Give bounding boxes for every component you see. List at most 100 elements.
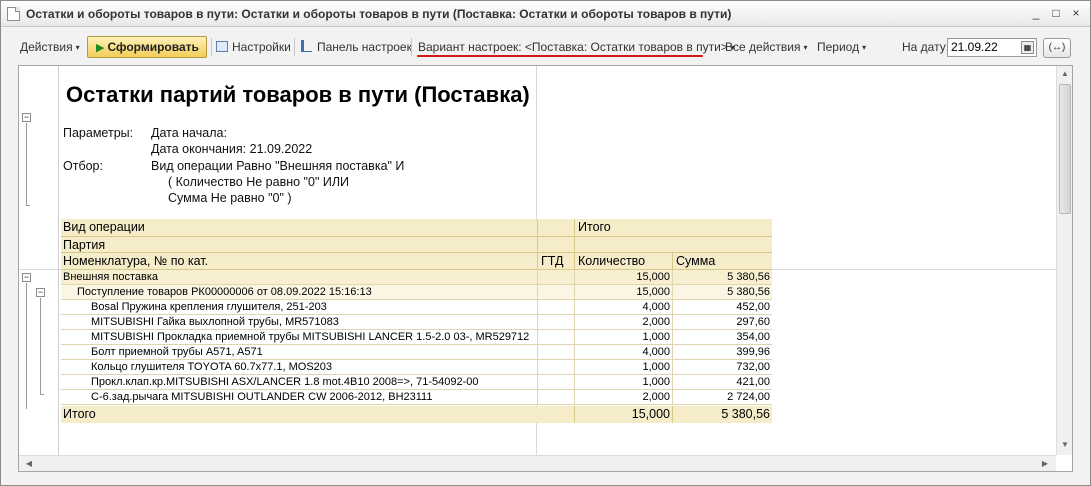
row-name: Поступление товаров РК00000006 от 08.09.…	[77, 286, 372, 298]
row-qty: 4,000	[574, 345, 672, 360]
row-name: Внешняя поставка	[63, 271, 159, 283]
filter-line-3: Сумма Не равно "0" )	[168, 191, 292, 205]
row-sum: 5 380,56	[672, 285, 772, 300]
row-sum: 452,00	[672, 300, 772, 315]
header-row-batch: Партия	[61, 237, 772, 253]
header-cell-border	[537, 253, 538, 269]
toolbar-separator	[294, 38, 295, 56]
total-qty: 15,000	[574, 406, 672, 423]
row-gtd	[537, 270, 574, 285]
header-row-nomenclature: Номенклатура, № по кат. ГТД Количество С…	[61, 253, 772, 270]
close-button[interactable]: ×	[1067, 5, 1085, 22]
header-op-type: Вид операции	[63, 220, 145, 234]
document-icon	[7, 7, 20, 21]
vertical-scroll-thumb[interactable]	[1059, 84, 1071, 214]
total-label: Итого	[63, 407, 96, 421]
row-name: MITSUBISHI Прокладка приемной трубы MITS…	[91, 331, 530, 343]
generate-label: Сформировать	[107, 40, 199, 54]
header-qty: Количество	[578, 254, 646, 268]
table-row[interactable]: Поступление товаров РК00000006 от 08.09.…	[61, 285, 772, 300]
scroll-left-icon[interactable]: ◀	[21, 456, 37, 471]
row-gtd	[537, 375, 574, 390]
scroll-right-icon[interactable]: ▶	[1037, 456, 1053, 471]
collapse-icon[interactable]: −	[22, 273, 31, 282]
group-line-end	[40, 394, 44, 395]
horizontal-scrollbar[interactable]: ◀ ▶	[19, 455, 1056, 471]
collapse-icon[interactable]: −	[36, 288, 45, 297]
minimize-button[interactable]: _	[1027, 5, 1045, 22]
row-name: Кольцо глушителя TOYOTA 60.7x77.1, MOS20…	[91, 361, 333, 373]
row-qty: 4,000	[574, 300, 672, 315]
toolbar: Действия ▾ ▶ Сформировать Настройки Панель…	[1, 28, 1090, 64]
scroll-down-icon[interactable]: ▼	[1057, 437, 1072, 453]
period-menu[interactable]: Период ▾	[817, 38, 866, 56]
row-qty: 15,000	[574, 270, 672, 285]
table-row[interactable]: Внешняя поставка 15,000 5 380,56	[61, 270, 772, 285]
row-sum: 399,96	[672, 345, 772, 360]
header-gtd: ГТД	[541, 254, 564, 268]
settings-button[interactable]: Настройки	[216, 38, 291, 56]
table-row[interactable]: Прокл.клап.кр.MITSUBISHI ASX/LANCER 1.8 …	[61, 375, 772, 390]
date-field[interactable]: 21.09.22 ▦	[947, 38, 1037, 57]
vertical-scrollbar[interactable]: ▲ ▼	[1056, 66, 1072, 455]
row-sum: 2 724,00	[672, 390, 772, 405]
select-period-button[interactable]: (↔)	[1043, 38, 1071, 58]
settings-panel-button[interactable]: Панель настроек	[301, 38, 412, 56]
table-row[interactable]: Bosal Пружина крепления глушителя, 251-2…	[61, 300, 772, 315]
header-cell-border	[537, 219, 538, 236]
row-gtd	[537, 315, 574, 330]
row-gtd	[537, 345, 574, 360]
variant-highlight-underline	[417, 55, 703, 57]
group-line	[40, 298, 41, 394]
date-value: 21.09.22	[951, 40, 998, 54]
table-row[interactable]: С-6.зад.рычага MITSUBISHI OUTLANDER CW 2…	[61, 390, 772, 405]
row-name: Прокл.клап.кр.MITSUBISHI ASX/LANCER 1.8 …	[91, 376, 479, 388]
row-gtd	[537, 285, 574, 300]
scroll-up-icon[interactable]: ▲	[1057, 66, 1072, 82]
all-actions-label: Все действия	[725, 40, 801, 54]
report-window: Остатки и обороты товаров в пути: Остатк…	[0, 0, 1091, 486]
row-name: Болт приемной трубы A571, A571	[91, 346, 263, 358]
group-line-end	[26, 205, 30, 206]
row-qty: 2,000	[574, 390, 672, 405]
group-line	[26, 123, 27, 205]
dropdown-icon: ▾	[803, 43, 808, 52]
table-row[interactable]: Кольцо глушителя TOYOTA 60.7x77.1, MOS20…	[61, 360, 772, 375]
actions-menu[interactable]: Действия ▾	[20, 38, 80, 56]
settings-variant-menu[interactable]: Вариант настроек: <Поставка: Остатки тов…	[418, 38, 735, 56]
header-cell-border	[672, 253, 673, 269]
row-name: Bosal Пружина крепления глушителя, 251-2…	[91, 301, 327, 313]
filter-line-1: Вид операции Равно "Внешняя поставка" И	[151, 159, 405, 173]
maximize-button[interactable]: □	[1047, 5, 1065, 22]
report-area: − − − Остатки партий товаров в пути (Пос…	[18, 65, 1073, 472]
params-label: Параметры:	[63, 126, 134, 140]
row-gtd	[537, 360, 574, 375]
filter-line-2: ( Количество Не равно "0" ИЛИ	[168, 175, 350, 189]
toolbar-separator	[211, 38, 212, 56]
row-gtd	[537, 300, 574, 315]
report-title: Остатки партий товаров в пути (Поставка)	[66, 82, 530, 107]
period-label: Период	[817, 40, 860, 54]
param-end-date: Дата окончания: 21.09.2022	[151, 142, 313, 156]
row-gtd	[537, 390, 574, 405]
settings-label: Настройки	[232, 40, 291, 54]
total-sum: 5 380,56	[672, 406, 772, 423]
settings-icon	[216, 41, 228, 52]
row-sum: 421,00	[672, 375, 772, 390]
table-row[interactable]: Болт приемной трубы A571, A571 4,000 399…	[61, 345, 772, 360]
calendar-icon[interactable]: ▦	[1021, 41, 1034, 54]
row-sum: 297,60	[672, 315, 772, 330]
table-row[interactable]: MITSUBISHI Прокладка приемной трубы MITS…	[61, 330, 772, 345]
generate-button[interactable]: ▶ Сформировать	[87, 36, 207, 58]
row-name: MITSUBISHI Гайка выхлопной трубы, MR5710…	[91, 316, 339, 328]
param-start-date: Дата начала:	[151, 126, 227, 140]
all-actions-menu[interactable]: Все действия ▾	[725, 38, 807, 56]
header-row-op-type: Вид операции Итого	[61, 219, 772, 237]
table-row[interactable]: MITSUBISHI Гайка выхлопной трубы, MR5710…	[61, 315, 772, 330]
header-nomenclature: Номенклатура, № по кат.	[63, 254, 209, 268]
dropdown-icon: ▾	[862, 43, 867, 52]
row-qty: 1,000	[574, 330, 672, 345]
filter-label: Отбор:	[63, 159, 103, 173]
collapse-icon[interactable]: −	[22, 113, 31, 122]
header-batch: Партия	[63, 238, 106, 252]
